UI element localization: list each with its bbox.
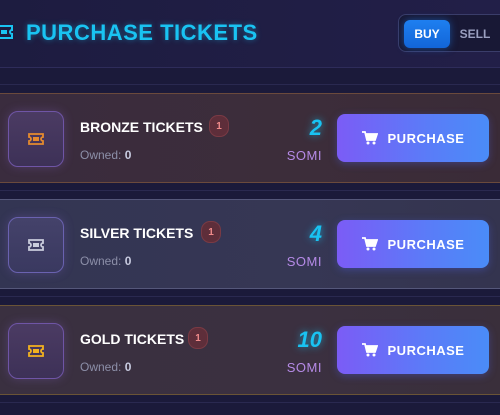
ticket-name: SILVER TICKETS xyxy=(80,225,194,241)
ticket-icon-box xyxy=(8,111,64,167)
count-badge: 1 xyxy=(201,221,221,243)
divider xyxy=(0,296,500,297)
ticket-icon xyxy=(0,25,13,39)
page-title: PURCHASE TICKETS xyxy=(26,20,258,45)
ticket-price: 10 xyxy=(297,327,322,352)
price-currency: SOMI xyxy=(286,254,322,269)
cart-icon xyxy=(361,343,378,357)
buy-sell-toggle: BUY SELL xyxy=(398,14,500,52)
ticket-icon-box xyxy=(8,323,64,379)
cart-icon xyxy=(361,131,378,145)
owned-count: Owned: 0 xyxy=(80,148,132,162)
price-currency: SOMI xyxy=(286,360,322,375)
purchase-button[interactable]: PURCHASE xyxy=(337,220,489,268)
purchase-label: PURCHASE xyxy=(387,130,465,146)
divider xyxy=(0,84,500,85)
ticket-icon xyxy=(28,239,44,251)
ticket-card-gold: GOLD TICKETS 1 Owned: 0 10 SOMI PURCHASE xyxy=(0,305,500,395)
ticket-card-bronze: BRONZE TICKETS 1 Owned: 0 2 SOMI PURCHAS… xyxy=(0,93,500,183)
purchase-label: PURCHASE xyxy=(387,342,465,358)
header: PURCHASE TICKETS BUY SELL xyxy=(0,0,500,68)
purchase-button[interactable]: PURCHASE xyxy=(337,114,489,162)
ticket-name: GOLD TICKETS xyxy=(80,331,185,347)
ticket-price: 2 xyxy=(309,115,322,140)
ticket-price: 4 xyxy=(309,221,322,246)
sell-tab[interactable]: SELL xyxy=(455,20,495,48)
cart-icon xyxy=(361,237,378,251)
count-badge: 1 xyxy=(209,115,229,137)
count-badge: 1 xyxy=(188,327,208,349)
price-currency: SOMI xyxy=(286,148,322,163)
purchase-label: PURCHASE xyxy=(387,236,465,252)
buy-tab[interactable]: BUY xyxy=(404,20,450,48)
ticket-icon-box xyxy=(8,217,64,273)
divider xyxy=(0,402,500,403)
ticket-icon xyxy=(28,133,44,145)
owned-count: Owned: 0 xyxy=(80,360,132,374)
purchase-button[interactable]: PURCHASE xyxy=(337,326,489,374)
ticket-icon xyxy=(28,345,44,357)
ticket-name: BRONZE TICKETS xyxy=(80,119,203,135)
owned-count: Owned: 0 xyxy=(80,254,132,268)
ticket-card-silver: SILVER TICKETS 1 Owned: 0 4 SOMI PURCHAS… xyxy=(0,199,500,289)
divider xyxy=(0,190,500,191)
